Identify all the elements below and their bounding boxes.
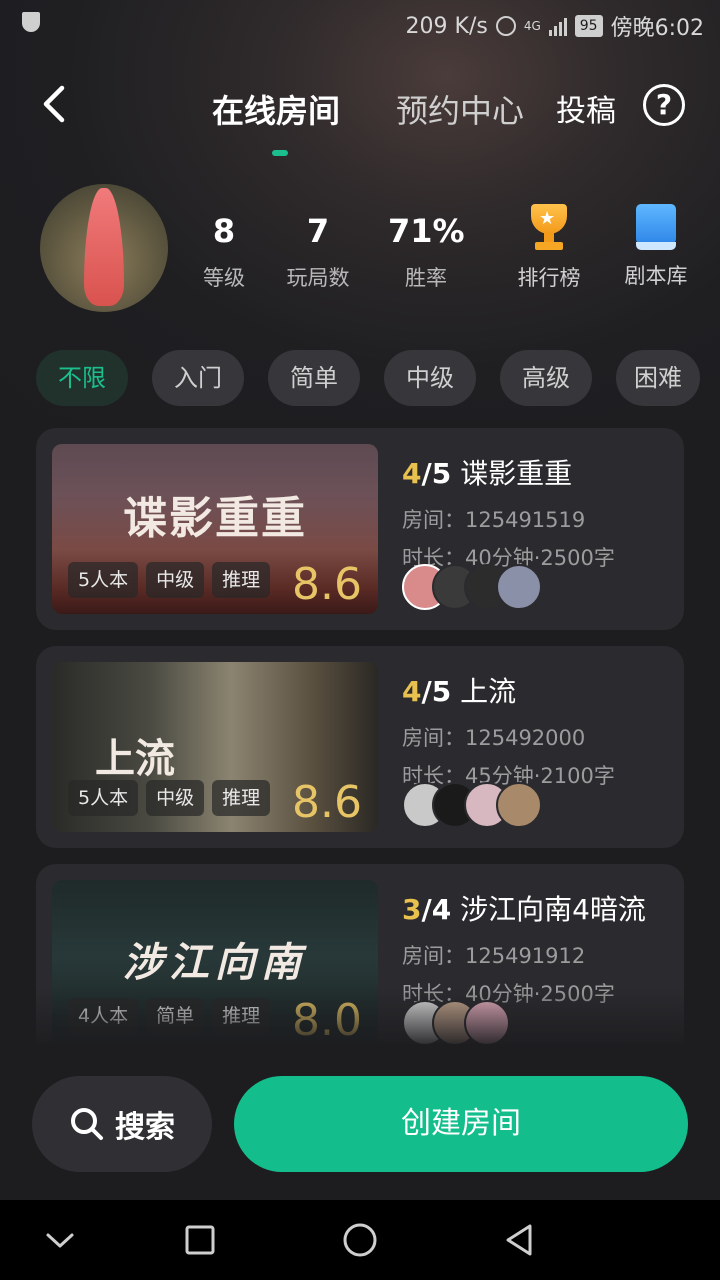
player-avatar [496, 782, 542, 828]
notification-mask-icon [22, 12, 40, 32]
filter-advanced[interactable]: 高级 [500, 350, 592, 406]
tag: 简单 [146, 998, 205, 1034]
back-icon[interactable] [36, 84, 76, 124]
room-info: 4/5 谍影重重 房间：125491519 时长：40分钟·2500字 [402, 452, 672, 572]
room-id: 房间：125491912 [402, 944, 586, 968]
back-triangle-icon[interactable] [500, 1220, 540, 1260]
room-score: 8.6 [292, 777, 362, 828]
room-tags: 4人本 简单 推理 [68, 998, 271, 1034]
player-capacity: /4 [421, 893, 452, 926]
book-icon [634, 204, 678, 252]
stat-label: 胜率 [405, 266, 447, 290]
filter-hard[interactable]: 困难 [616, 350, 700, 406]
chevron-down-icon[interactable] [40, 1220, 80, 1260]
cover-title-art: 上流 [95, 735, 175, 782]
status-right: 209 K/s 4G 95 傍晚6:02 [406, 10, 704, 42]
alarm-icon [495, 16, 516, 36]
signal-icon [548, 16, 567, 36]
search-label: 搜索 [115, 1110, 175, 1145]
tab-online-rooms[interactable]: 在线房间 [212, 86, 340, 132]
tag: 4人本 [68, 998, 139, 1034]
room-id: 房间：125491519 [402, 508, 586, 532]
room-tags: 5人本 中级 推理 [68, 562, 271, 598]
room-card[interactable]: 上流 5人本 中级 推理 8.6 4/5 上流 房间：125492000 时长：… [36, 646, 684, 848]
room-title-line: 4/5 上流 [402, 670, 672, 710]
player-count: 4 [402, 457, 422, 490]
room-title: 涉江向南4暗流 [460, 893, 646, 926]
stat-value: 7 [306, 212, 330, 250]
room-cover-image: 谍影重重 5人本 中级 推理 8.6 [52, 444, 378, 614]
network-speed: 209 K/s [405, 13, 488, 39]
room-title: 谍影重重 [460, 457, 573, 490]
stat-label: 等级 [203, 266, 245, 290]
filter-any[interactable]: 不限 [36, 350, 128, 406]
tag: 推理 [212, 562, 271, 598]
filter-beginner[interactable]: 入门 [152, 350, 244, 406]
room-info: 4/5 上流 房间：125492000 时长：45分钟·2100字 [402, 670, 672, 790]
room-list[interactable]: 谍影重重 5人本 中级 推理 8.6 4/5 谍影重重 房间：125491519… [0, 428, 720, 1044]
library-label: 剧本库 [624, 264, 688, 288]
room-title: 上流 [460, 675, 517, 708]
stat-win-rate: 71% 胜率 [388, 212, 465, 292]
room-title-line: 4/5 谍影重重 [402, 452, 672, 492]
network-type: 4G [523, 19, 541, 33]
home-icon[interactable] [340, 1220, 380, 1260]
stat-label: 玩局数 [286, 266, 350, 290]
tag: 推理 [212, 998, 271, 1034]
ranking-label: 排行榜 [517, 266, 581, 290]
user-avatar[interactable] [40, 184, 168, 312]
status-bar: 209 K/s 4G 95 傍晚6:02 [0, 0, 720, 50]
room-cover-image: 上流 5人本 中级 推理 8.6 [52, 662, 378, 832]
search-icon [71, 1108, 103, 1140]
stat-level: 8 等级 [196, 212, 252, 292]
submit-button[interactable]: 投稿 [556, 86, 616, 130]
filter-intermediate[interactable]: 中级 [384, 350, 476, 406]
tag: 推理 [212, 780, 271, 816]
room-title-line: 3/4 涉江向南4暗流 [402, 888, 672, 928]
room-card[interactable]: 谍影重重 5人本 中级 推理 8.6 4/5 谍影重重 房间：125491519… [36, 428, 684, 630]
script-library-button[interactable]: 剧本库 [620, 204, 692, 290]
room-cover-image: 涉江向南 4人本 简单 推理 8.0 [52, 880, 378, 1044]
active-tab-indicator [272, 150, 288, 156]
stat-games-played: 7 玩局数 [282, 212, 354, 292]
player-capacity: /5 [421, 675, 452, 708]
search-button[interactable]: 搜索 [32, 1076, 212, 1172]
create-room-button[interactable]: 创建房间 [234, 1076, 688, 1172]
room-score: 8.6 [292, 559, 362, 610]
recent-apps-icon[interactable] [180, 1220, 220, 1260]
cover-title-art: 涉江向南 [123, 939, 307, 986]
system-navigation-bar [0, 1200, 720, 1280]
tag: 5人本 [68, 562, 139, 598]
tag: 中级 [146, 562, 205, 598]
tag: 中级 [146, 780, 205, 816]
room-info: 3/4 涉江向南4暗流 房间：125491912 时长：40分钟·2500字 [402, 888, 672, 1008]
battery-icon: 95 [574, 15, 603, 37]
player-avatar [496, 564, 542, 610]
filter-easy[interactable]: 简单 [268, 350, 360, 406]
help-icon[interactable]: ? [643, 84, 685, 126]
avatar-figure [84, 188, 124, 306]
player-avatar [464, 1000, 510, 1044]
stat-value: 8 [212, 212, 236, 250]
room-card[interactable]: 涉江向南 4人本 简单 推理 8.0 3/4 涉江向南4暗流 房间：125491… [36, 864, 684, 1044]
player-count: 3 [402, 893, 422, 926]
stat-value: 71% [388, 212, 465, 250]
player-capacity: /5 [421, 457, 452, 490]
room-id: 房间：125492000 [402, 726, 586, 750]
clock: 傍晚6:02 [610, 16, 704, 41]
player-count: 4 [402, 675, 422, 708]
trophy-icon: ★ [523, 204, 575, 254]
tab-reservation-center[interactable]: 预约中心 [396, 86, 524, 132]
tag: 5人本 [68, 780, 139, 816]
room-tags: 5人本 中级 推理 [68, 780, 271, 816]
room-score: 8.0 [292, 995, 362, 1044]
ranking-button[interactable]: ★ 排行榜 [514, 204, 584, 292]
cover-title-art: 谍影重重 [123, 493, 307, 544]
